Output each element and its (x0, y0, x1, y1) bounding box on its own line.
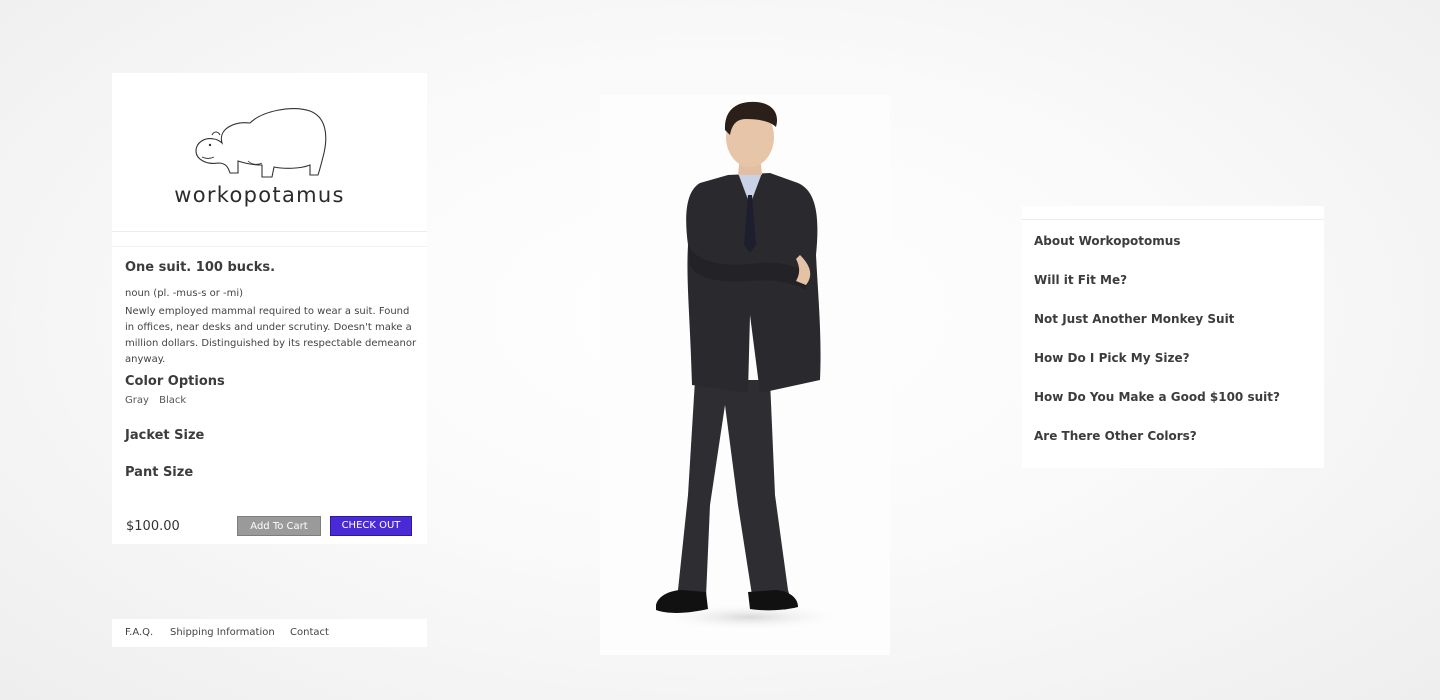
product-noun: noun (pl. -mus-s or -mi) (125, 288, 244, 299)
faq-link-size[interactable]: How Do I Pick My Size? (1034, 351, 1190, 365)
divider (112, 246, 427, 247)
model-photo (600, 95, 890, 655)
color-option-black[interactable]: Black (159, 395, 186, 406)
footer-link-contact[interactable]: Contact (290, 627, 329, 638)
product-tagline: One suit. 100 bucks. (125, 260, 276, 275)
checkout-button[interactable]: CHECK OUT (330, 516, 412, 536)
faq-link-monkey-suit[interactable]: Not Just Another Monkey Suit (1034, 312, 1234, 326)
color-options: Gray Black (125, 395, 193, 406)
product-description: Newly employed mammal required to wear a… (125, 306, 417, 365)
color-option-gray[interactable]: Gray (125, 395, 149, 406)
product-price: $100.00 (126, 519, 180, 534)
faq-panel: About Workopotomus Will it Fit Me? Not J… (1022, 206, 1324, 468)
hippo-icon (195, 108, 327, 178)
logo[interactable]: workopotamus (112, 73, 427, 231)
pant-size-heading[interactable]: Pant Size (125, 465, 193, 480)
color-options-heading: Color Options (125, 374, 225, 389)
divider (112, 231, 427, 232)
footer-link-faq[interactable]: F.A.Q. (125, 627, 153, 638)
brand-name: workopotamus (174, 183, 345, 207)
divider (1022, 219, 1324, 220)
faq-link-good-suit[interactable]: How Do You Make a Good $100 suit? (1034, 390, 1280, 404)
footer: F.A.Q. Shipping Information Contact (112, 619, 427, 647)
faq-link-about[interactable]: About Workopotomus (1034, 234, 1180, 248)
add-to-cart-button[interactable]: Add To Cart (237, 516, 321, 536)
faq-link-fit[interactable]: Will it Fit Me? (1034, 273, 1127, 287)
jacket-size-heading[interactable]: Jacket Size (125, 428, 204, 443)
faq-link-colors[interactable]: Are There Other Colors? (1034, 429, 1197, 443)
footer-link-shipping[interactable]: Shipping Information (170, 627, 275, 638)
product-panel: workopotamus One suit. 100 bucks. noun (… (112, 73, 427, 544)
